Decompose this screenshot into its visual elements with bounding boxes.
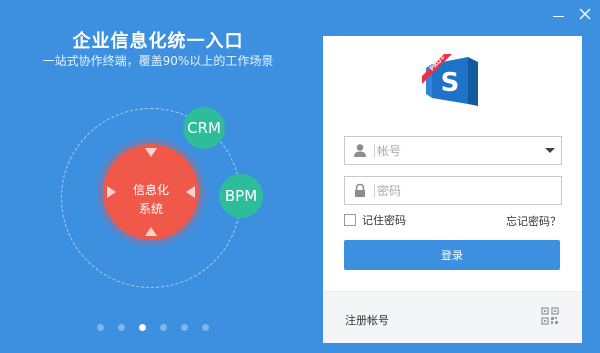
carousel-dot[interactable] bbox=[97, 324, 104, 331]
arrow-down-icon bbox=[145, 148, 157, 157]
core-label-line2: 系统 bbox=[138, 202, 163, 216]
login-button[interactable]: 登录 bbox=[344, 240, 560, 270]
qr-code-icon[interactable] bbox=[541, 307, 559, 325]
register-link[interactable]: 注册帐号 bbox=[345, 312, 389, 328]
carousel-dot[interactable] bbox=[160, 324, 167, 331]
password-field[interactable] bbox=[344, 176, 562, 205]
login-panel: S PRO+ 记住密码 忘记密码？ 登录 注册帐号 bbox=[323, 36, 582, 343]
logo-letter: S bbox=[441, 68, 460, 98]
carousel-dots bbox=[95, 324, 215, 334]
carousel-dot[interactable] bbox=[181, 324, 188, 331]
field-separator bbox=[374, 144, 375, 158]
field-separator bbox=[374, 184, 375, 198]
close-button[interactable] bbox=[577, 6, 593, 22]
carousel-dot[interactable] bbox=[118, 324, 125, 331]
forgot-password-link[interactable]: 忘记密码？ bbox=[506, 213, 561, 229]
promo-headline: 企业信息化统一入口 bbox=[72, 31, 244, 52]
user-icon bbox=[354, 144, 366, 157]
chevron-down-icon[interactable] bbox=[545, 148, 555, 153]
remember-password[interactable]: 记住密码 bbox=[344, 213, 406, 227]
crm-bubble: CRM bbox=[183, 107, 225, 149]
remember-label: 记住密码 bbox=[362, 214, 406, 227]
carousel-dot[interactable] bbox=[139, 324, 146, 331]
core-label-line1: 信息化 bbox=[132, 183, 169, 197]
bpm-bubble: BPM bbox=[219, 174, 263, 218]
arrow-up-icon bbox=[145, 227, 157, 236]
minimize-button[interactable] bbox=[550, 6, 566, 22]
promo-subline: 一站式协作终端，覆盖90%以上的工作场景 bbox=[42, 54, 274, 68]
account-input[interactable] bbox=[377, 140, 537, 161]
lock-icon bbox=[355, 183, 365, 197]
app-logo: S PRO+ bbox=[422, 54, 478, 106]
carousel-dot[interactable] bbox=[202, 324, 209, 331]
panel-footer: 注册帐号 bbox=[323, 291, 582, 343]
password-input[interactable] bbox=[377, 180, 537, 201]
account-field[interactable] bbox=[344, 136, 562, 165]
close-icon bbox=[579, 8, 591, 20]
remember-checkbox[interactable] bbox=[344, 214, 356, 226]
core-system-circle: 信息化 系统 bbox=[103, 144, 199, 240]
